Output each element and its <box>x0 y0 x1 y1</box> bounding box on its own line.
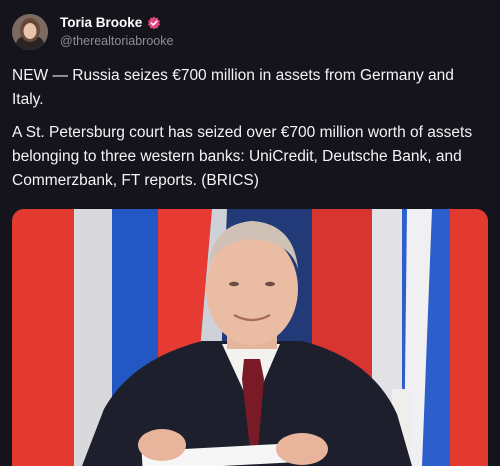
author-handle[interactable]: @therealtoriabrooke <box>60 33 173 49</box>
verified-badge-icon <box>147 16 161 30</box>
post-paragraph: NEW — Russia seizes €700 million in asse… <box>12 67 454 108</box>
post-header: Toria Brooke @therealtoriabrooke <box>12 14 173 50</box>
post-card: Toria Brooke @therealtoriabrooke NEW — R… <box>0 0 500 466</box>
post-image[interactable] <box>12 209 488 466</box>
photo-icon <box>12 209 488 466</box>
avatar[interactable] <box>12 14 48 50</box>
author-info: Toria Brooke @therealtoriabrooke <box>60 15 173 49</box>
post-paragraph: A St. Petersburg court has seized over €… <box>12 124 473 189</box>
author-display-name[interactable]: Toria Brooke <box>60 15 142 31</box>
author-name-row: Toria Brooke <box>60 15 173 31</box>
avatar-photo-icon <box>12 14 48 50</box>
post-text: NEW — Russia seizes €700 million in asse… <box>12 64 488 193</box>
